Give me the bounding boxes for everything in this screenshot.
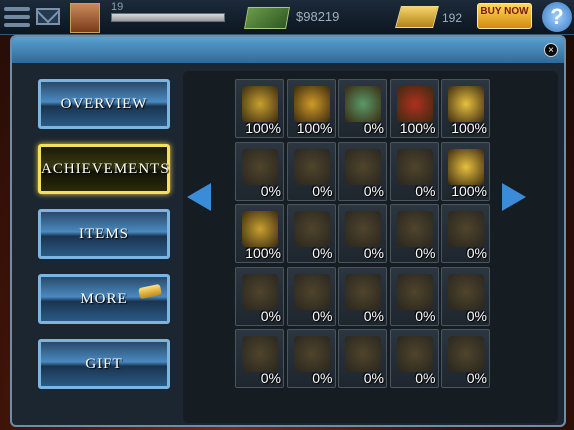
next-page-arrow-icon[interactable] bbox=[502, 183, 526, 211]
menu-icon[interactable] bbox=[4, 7, 30, 27]
sidebar-item-items[interactable]: ITEMS bbox=[38, 209, 170, 259]
achievement-percent: 0% bbox=[363, 370, 384, 386]
gold-bar-icon bbox=[448, 273, 484, 310]
achievement-percent: 0% bbox=[260, 182, 281, 199]
achievement-tile[interactable]: 0% bbox=[338, 329, 387, 388]
buddha-icon bbox=[293, 273, 330, 310]
sidebar-item-label: MORE bbox=[80, 291, 128, 307]
cash-pile-icon bbox=[448, 336, 484, 372]
achievement-tile[interactable]: 0% bbox=[338, 141, 387, 201]
achievement-percent: 100% bbox=[451, 120, 487, 136]
achievement-percent: 0% bbox=[312, 245, 333, 261]
buy-now-button[interactable]: BUY NOW bbox=[477, 3, 532, 29]
top-bar: 19 $98219 192 BUY NOW ? bbox=[0, 0, 574, 35]
achievement-tile[interactable]: 0% bbox=[389, 329, 439, 388]
ace-spades-icon bbox=[242, 148, 278, 185]
baby-icon bbox=[448, 86, 484, 122]
sidebar-item-overview[interactable]: OVERVIEW bbox=[38, 79, 170, 129]
achievement-percent: 0% bbox=[312, 307, 333, 324]
cat-icon bbox=[293, 211, 330, 247]
achievement-tile[interactable]: 0% bbox=[286, 329, 336, 388]
chips-cards-icon bbox=[345, 86, 381, 122]
silhouette-icon bbox=[242, 336, 278, 372]
achievement-percent: 100% bbox=[245, 120, 281, 136]
chips-stack-icon bbox=[396, 336, 433, 372]
achievement-tile[interactable]: 0% bbox=[389, 141, 439, 201]
previous-page-arrow-icon[interactable] bbox=[187, 183, 211, 211]
achievement-percent: 0% bbox=[312, 182, 333, 199]
achievement-percent: 0% bbox=[466, 370, 487, 386]
achievement-percent: 100% bbox=[296, 120, 333, 136]
sidebar-item-achievements[interactable]: ACHIEVEMENTS bbox=[38, 144, 170, 194]
gold-bar-icon bbox=[138, 283, 162, 300]
sheriff-skull-icon bbox=[396, 273, 433, 310]
bulldog-icon bbox=[293, 86, 330, 122]
help-icon[interactable]: ? bbox=[542, 2, 572, 32]
sidebar-item-gift[interactable]: GIFT bbox=[38, 339, 170, 389]
gangster-icon bbox=[396, 211, 433, 247]
player-level: 19 bbox=[111, 1, 124, 13]
achievement-percent: 100% bbox=[245, 245, 281, 261]
achievement-tile[interactable]: 100% bbox=[286, 79, 336, 138]
xp-bar-fill bbox=[112, 14, 224, 21]
sidebar-item-more[interactable]: MORE bbox=[38, 274, 170, 324]
achievement-percent: 0% bbox=[415, 370, 436, 386]
achievement-tile[interactable]: 0% bbox=[389, 204, 439, 263]
card-trio-icon bbox=[293, 336, 330, 372]
achievement-tile[interactable]: 0% bbox=[235, 141, 284, 201]
achievement-percent: 0% bbox=[363, 182, 384, 199]
achievement-percent: 0% bbox=[260, 370, 281, 386]
achievement-percent: 100% bbox=[451, 182, 487, 199]
panel-header bbox=[12, 37, 564, 63]
achievement-percent: 0% bbox=[363, 245, 384, 261]
avatar[interactable] bbox=[70, 3, 100, 33]
gold-amount: 192 bbox=[442, 11, 463, 25]
achievement-percent: 100% bbox=[399, 120, 436, 136]
achievement-percent: 0% bbox=[260, 307, 281, 324]
achievement-tile[interactable]: 0% bbox=[389, 266, 439, 326]
achievement-tile[interactable]: 0% bbox=[235, 329, 284, 388]
trophy-cards-icon bbox=[396, 148, 433, 185]
poker-hand-icon bbox=[242, 86, 278, 122]
playing-cards-icon bbox=[345, 273, 381, 310]
close-button[interactable]: × bbox=[544, 43, 558, 57]
card-fan-icon bbox=[448, 211, 484, 247]
gold-bar-icon bbox=[395, 6, 439, 28]
achievement-tile[interactable]: 0% bbox=[441, 266, 490, 326]
achievement-tile[interactable]: 100% bbox=[441, 141, 490, 201]
cash-icon bbox=[244, 7, 290, 29]
mail-icon[interactable] bbox=[36, 8, 60, 25]
achievement-tile[interactable]: 0% bbox=[286, 266, 336, 326]
achievement-percent: 0% bbox=[466, 245, 487, 261]
achievement-percent: 0% bbox=[312, 370, 333, 386]
achievement-tile[interactable]: 0% bbox=[441, 329, 490, 388]
achievement-tile[interactable]: 100% bbox=[389, 79, 439, 138]
crown-icon bbox=[242, 273, 278, 310]
target-pig-icon bbox=[396, 86, 433, 122]
achievement-tile[interactable]: 0% bbox=[286, 204, 336, 263]
achievement-tile[interactable]: 100% bbox=[441, 79, 490, 138]
gramophone-icon bbox=[345, 211, 381, 247]
achievement-tile[interactable]: 0% bbox=[235, 266, 284, 326]
xp-bar bbox=[111, 13, 225, 22]
achievement-tile[interactable]: 0% bbox=[441, 204, 490, 263]
achievement-percent: 0% bbox=[415, 182, 436, 199]
achievement-tile[interactable]: 100% bbox=[235, 79, 284, 138]
royal-cards-icon bbox=[345, 336, 381, 372]
achievement-percent: 0% bbox=[363, 120, 384, 136]
achievement-tile[interactable]: 0% bbox=[338, 204, 387, 263]
cash-amount: $98219 bbox=[296, 9, 340, 24]
achievement-percent: 0% bbox=[415, 245, 436, 261]
achievement-percent: 0% bbox=[415, 307, 436, 324]
achievement-percent: 0% bbox=[466, 307, 487, 324]
achievement-tile[interactable]: 0% bbox=[338, 266, 387, 326]
achievement-tile[interactable]: 0% bbox=[338, 79, 387, 138]
boxing-gloves-icon bbox=[293, 148, 330, 185]
card-chips-icon bbox=[345, 148, 381, 185]
achievement-tile[interactable]: 0% bbox=[286, 141, 336, 201]
lucky-seven-icon bbox=[242, 211, 278, 247]
achievement-percent: 0% bbox=[363, 307, 384, 324]
ace-trophy-icon bbox=[448, 148, 484, 185]
achievement-tile[interactable]: 100% bbox=[235, 204, 284, 263]
